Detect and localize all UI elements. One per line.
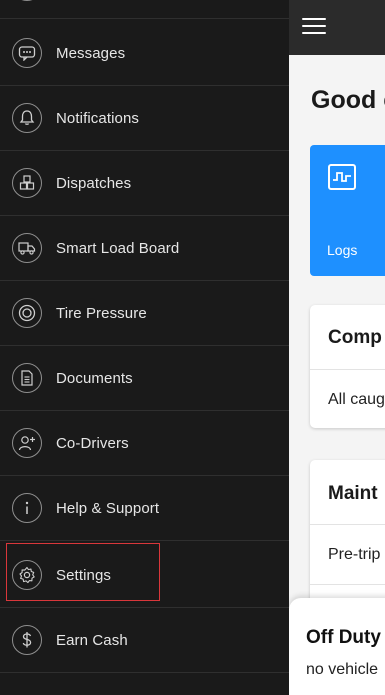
drawer-item-partial[interactable]	[0, 0, 289, 19]
add-person-icon	[12, 428, 42, 458]
top-app-bar	[289, 0, 385, 55]
info-icon	[12, 493, 42, 523]
navigation-drawer: Messages Notifications Dispatches Smart …	[0, 0, 289, 695]
logs-tile[interactable]: Logs	[310, 145, 385, 276]
compliance-card[interactable]: Comp All caug	[310, 305, 385, 428]
chat-bubble-icon	[12, 38, 42, 68]
card-divider	[310, 584, 385, 585]
card-divider	[310, 524, 385, 525]
drawer-item-messages[interactable]: Messages	[0, 21, 289, 86]
document-icon	[12, 363, 42, 393]
compliance-card-status: All caug	[328, 391, 385, 408]
drawer-item-label: Smart Load Board	[56, 239, 180, 257]
drawer-item-dispatches[interactable]: Dispatches	[0, 151, 289, 216]
gear-icon	[12, 560, 42, 590]
drawer-item-label: Earn Cash	[56, 631, 128, 649]
tire-icon	[12, 298, 42, 328]
drawer-item-label: Help & Support	[56, 499, 160, 517]
drawer-item-earn-cash[interactable]: Earn Cash	[0, 608, 289, 673]
drawer-item-label: Settings	[56, 566, 111, 584]
drawer-item-tire-pressure[interactable]: Tire Pressure	[0, 281, 289, 346]
dollar-icon	[12, 625, 42, 655]
drawer-item-label: Co-Drivers	[56, 434, 129, 452]
boxes-icon	[12, 168, 42, 198]
drawer-item-label: Tire Pressure	[56, 304, 147, 322]
compliance-card-title: Comp	[328, 327, 382, 348]
maintenance-card-row: Pre-trip	[328, 546, 381, 563]
partial-icon	[12, 0, 42, 1]
drawer-item-label: Messages	[56, 44, 126, 62]
hamburger-menu-icon[interactable]	[302, 17, 326, 35]
logs-tile-label: Logs	[327, 242, 358, 258]
drawer-item-help-support[interactable]: Help & Support	[0, 476, 289, 541]
maintenance-card[interactable]: Maint Pre-trip	[310, 460, 385, 620]
drawer-item-label: Notifications	[56, 109, 140, 127]
duty-status-title: Off Duty	[306, 627, 381, 648]
drawer-item-documents[interactable]: Documents	[0, 346, 289, 411]
card-divider	[310, 369, 385, 370]
duty-status-sheet[interactable]: Off Duty no vehicle	[289, 598, 385, 695]
drawer-item-settings[interactable]: Settings	[0, 543, 289, 608]
drawer-item-label: Dispatches	[56, 174, 132, 192]
logs-chart-icon	[328, 164, 356, 190]
drawer-item-smart-load-board[interactable]: Smart Load Board	[0, 216, 289, 281]
maintenance-card-title: Maint	[328, 483, 378, 504]
duty-status-vehicle: no vehicle	[306, 661, 379, 678]
truck-icon	[12, 233, 42, 263]
greeting-heading: Good c	[311, 86, 385, 114]
drawer-item-co-drivers[interactable]: Co-Drivers	[0, 411, 289, 476]
main-content: Good c Logs Comp All caug Maint Pre-trip…	[289, 0, 385, 695]
bell-icon	[12, 103, 42, 133]
drawer-item-notifications[interactable]: Notifications	[0, 86, 289, 151]
drawer-item-label: Documents	[56, 369, 133, 387]
